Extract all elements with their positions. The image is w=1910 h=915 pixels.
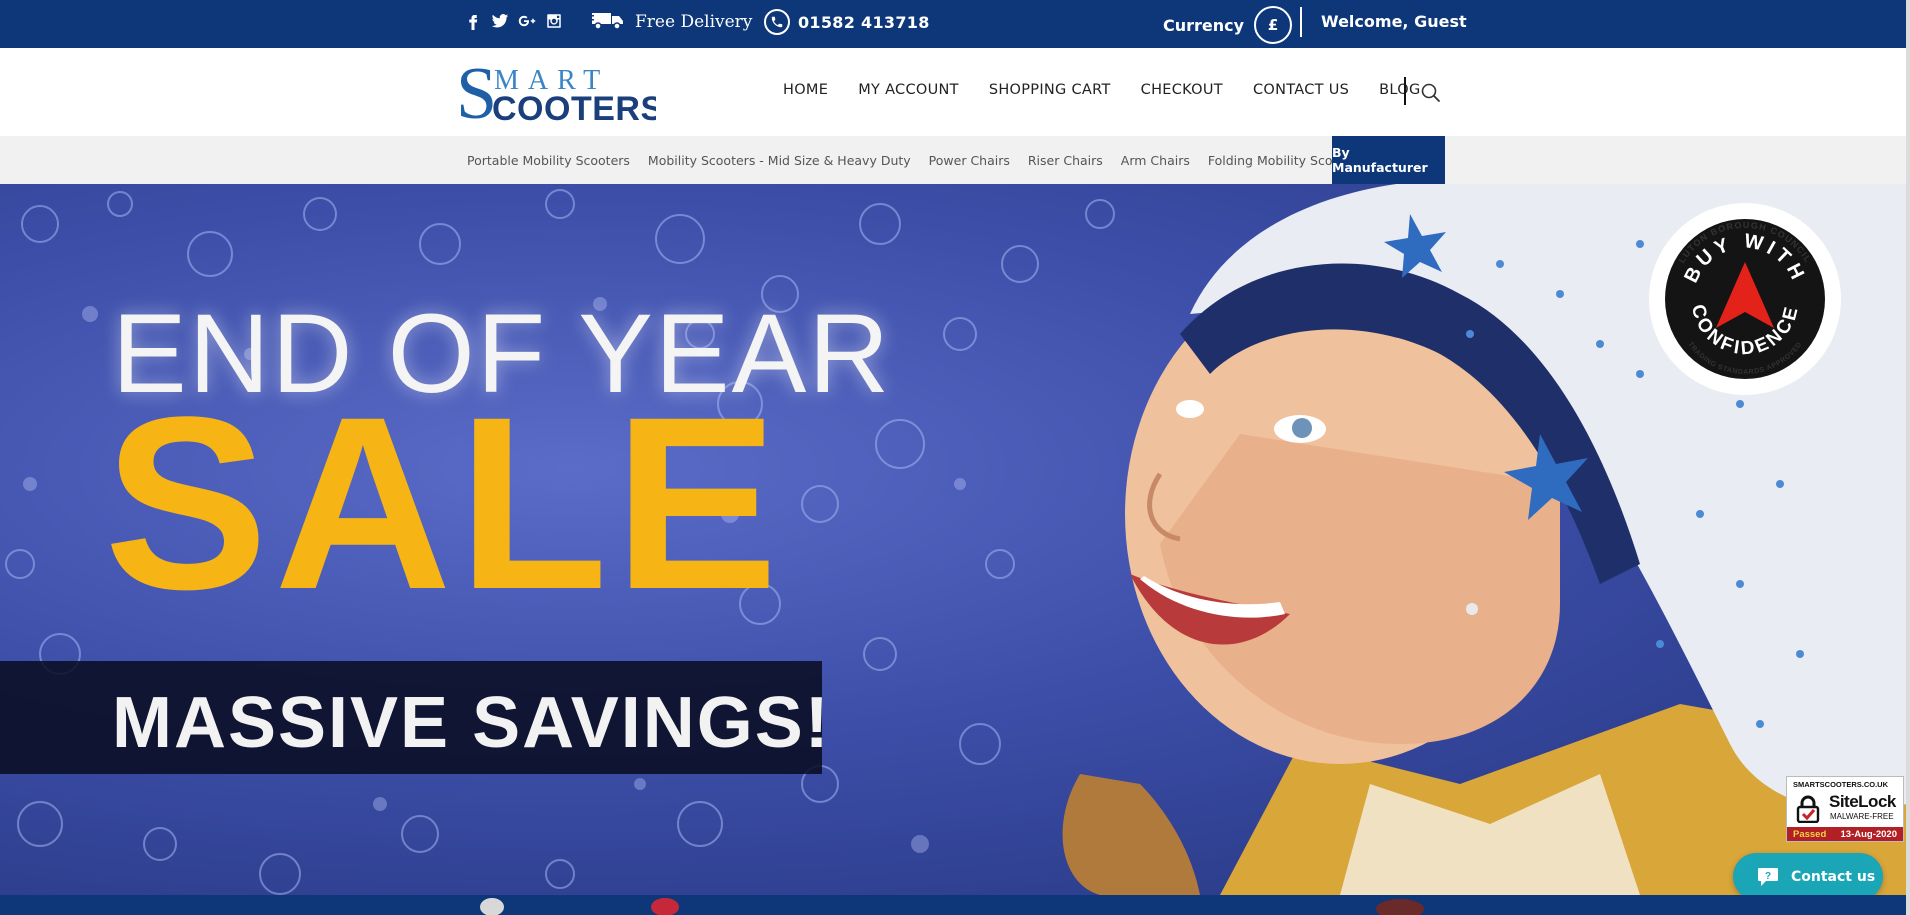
- nav-home[interactable]: HOME: [783, 82, 828, 98]
- sitelock-footer: Passed 13-Aug-2020: [1787, 827, 1903, 841]
- page-scrollbar[interactable]: [1906, 0, 1910, 915]
- social-links: [464, 10, 563, 32]
- sitelock-brand: SiteLock: [1829, 792, 1896, 811]
- logo-letter: S: [456, 58, 497, 126]
- free-delivery: Free Delivery: [591, 10, 752, 34]
- sitelock-domain: SMARTSCOOTERS.CO.UK: [1793, 780, 1889, 789]
- main-nav: HOME MY ACCOUNT SHOPPING CART CHECKOUT C…: [783, 82, 1421, 98]
- nav-contact-us[interactable]: CONTACT US: [1253, 82, 1349, 98]
- product-strip-thumbnails: [480, 898, 1424, 915]
- phone-contact[interactable]: 01582 413718: [764, 9, 930, 35]
- google-plus-icon[interactable]: [518, 10, 536, 32]
- sitelock-seal[interactable]: SMARTSCOOTERS.CO.UK SiteLock MALWARE-FRE…: [1786, 776, 1904, 842]
- search-icon[interactable]: [1420, 82, 1442, 104]
- sitelock-subtitle: MALWARE-FREE: [1830, 812, 1894, 821]
- contact-us-button[interactable]: ? Contact us: [1733, 853, 1883, 900]
- category-portable-mobility-scooters[interactable]: Portable Mobility Scooters: [467, 153, 630, 168]
- currency-label: Currency: [1163, 15, 1245, 35]
- instagram-icon[interactable]: [545, 10, 563, 32]
- topbar-divider: [1300, 7, 1302, 37]
- hero-line-sale: SALE: [104, 366, 785, 641]
- top-bar: Free Delivery 01582 413718 Currency £ We…: [0, 0, 1906, 48]
- category-riser-chairs[interactable]: Riser Chairs: [1028, 153, 1103, 168]
- contact-us-label: Contact us: [1791, 868, 1876, 885]
- category-mid-size-heavy-duty[interactable]: Mobility Scooters - Mid Size & Heavy Dut…: [648, 153, 911, 168]
- sitelock-date: 13-Aug-2020: [1840, 828, 1898, 840]
- padlock-icon: [1796, 795, 1820, 823]
- category-bar: Portable Mobility Scooters Mobility Scoo…: [0, 136, 1906, 184]
- hero-line-massive-savings: MASSIVE SAVINGS!: [112, 683, 831, 763]
- twitter-icon[interactable]: [491, 10, 509, 32]
- nav-shopping-cart[interactable]: SHOPPING CART: [989, 82, 1111, 98]
- logo-bottom: COOTERS: [492, 90, 656, 126]
- category-arm-chairs[interactable]: Arm Chairs: [1121, 153, 1190, 168]
- phone-number: 01582 413718: [798, 12, 930, 32]
- hero-banner[interactable]: END OF YEAR SALE MASSIVE SAVINGS! LUTON …: [0, 184, 1906, 895]
- category-by-manufacturer[interactable]: By Manufacturer: [1332, 136, 1445, 184]
- currency-selector[interactable]: Currency £: [1163, 6, 1293, 44]
- sitelock-status: Passed: [1793, 828, 1827, 840]
- smart-scooters-logo[interactable]: S MART COOTERS: [456, 53, 663, 135]
- free-delivery-label: Free Delivery: [635, 12, 753, 32]
- phone-icon: [764, 9, 790, 35]
- facebook-icon[interactable]: [464, 10, 482, 32]
- nav-blog[interactable]: BLOG: [1379, 82, 1420, 98]
- nav-checkout[interactable]: CHECKOUT: [1141, 82, 1223, 98]
- category-power-chairs[interactable]: Power Chairs: [929, 153, 1010, 168]
- nav-divider: [1404, 77, 1406, 105]
- product-strip: [0, 895, 1906, 915]
- header: S MART COOTERS HOME MY ACCOUNT SHOPPING …: [0, 48, 1906, 136]
- welcome-text[interactable]: Welcome, Guest: [1321, 12, 1467, 31]
- currency-pound-button[interactable]: £: [1254, 6, 1293, 44]
- svg-text:?: ?: [1765, 871, 1771, 882]
- truck-icon: [591, 10, 625, 34]
- nav-my-account[interactable]: MY ACCOUNT: [858, 82, 959, 98]
- category-list: Portable Mobility Scooters Mobility Scoo…: [467, 136, 1364, 184]
- chat-bubble-icon: ?: [1758, 867, 1778, 886]
- buy-with-confidence-badge: LUTON BOROUGH COUNCIL TRADING STANDARDS …: [1649, 203, 1841, 395]
